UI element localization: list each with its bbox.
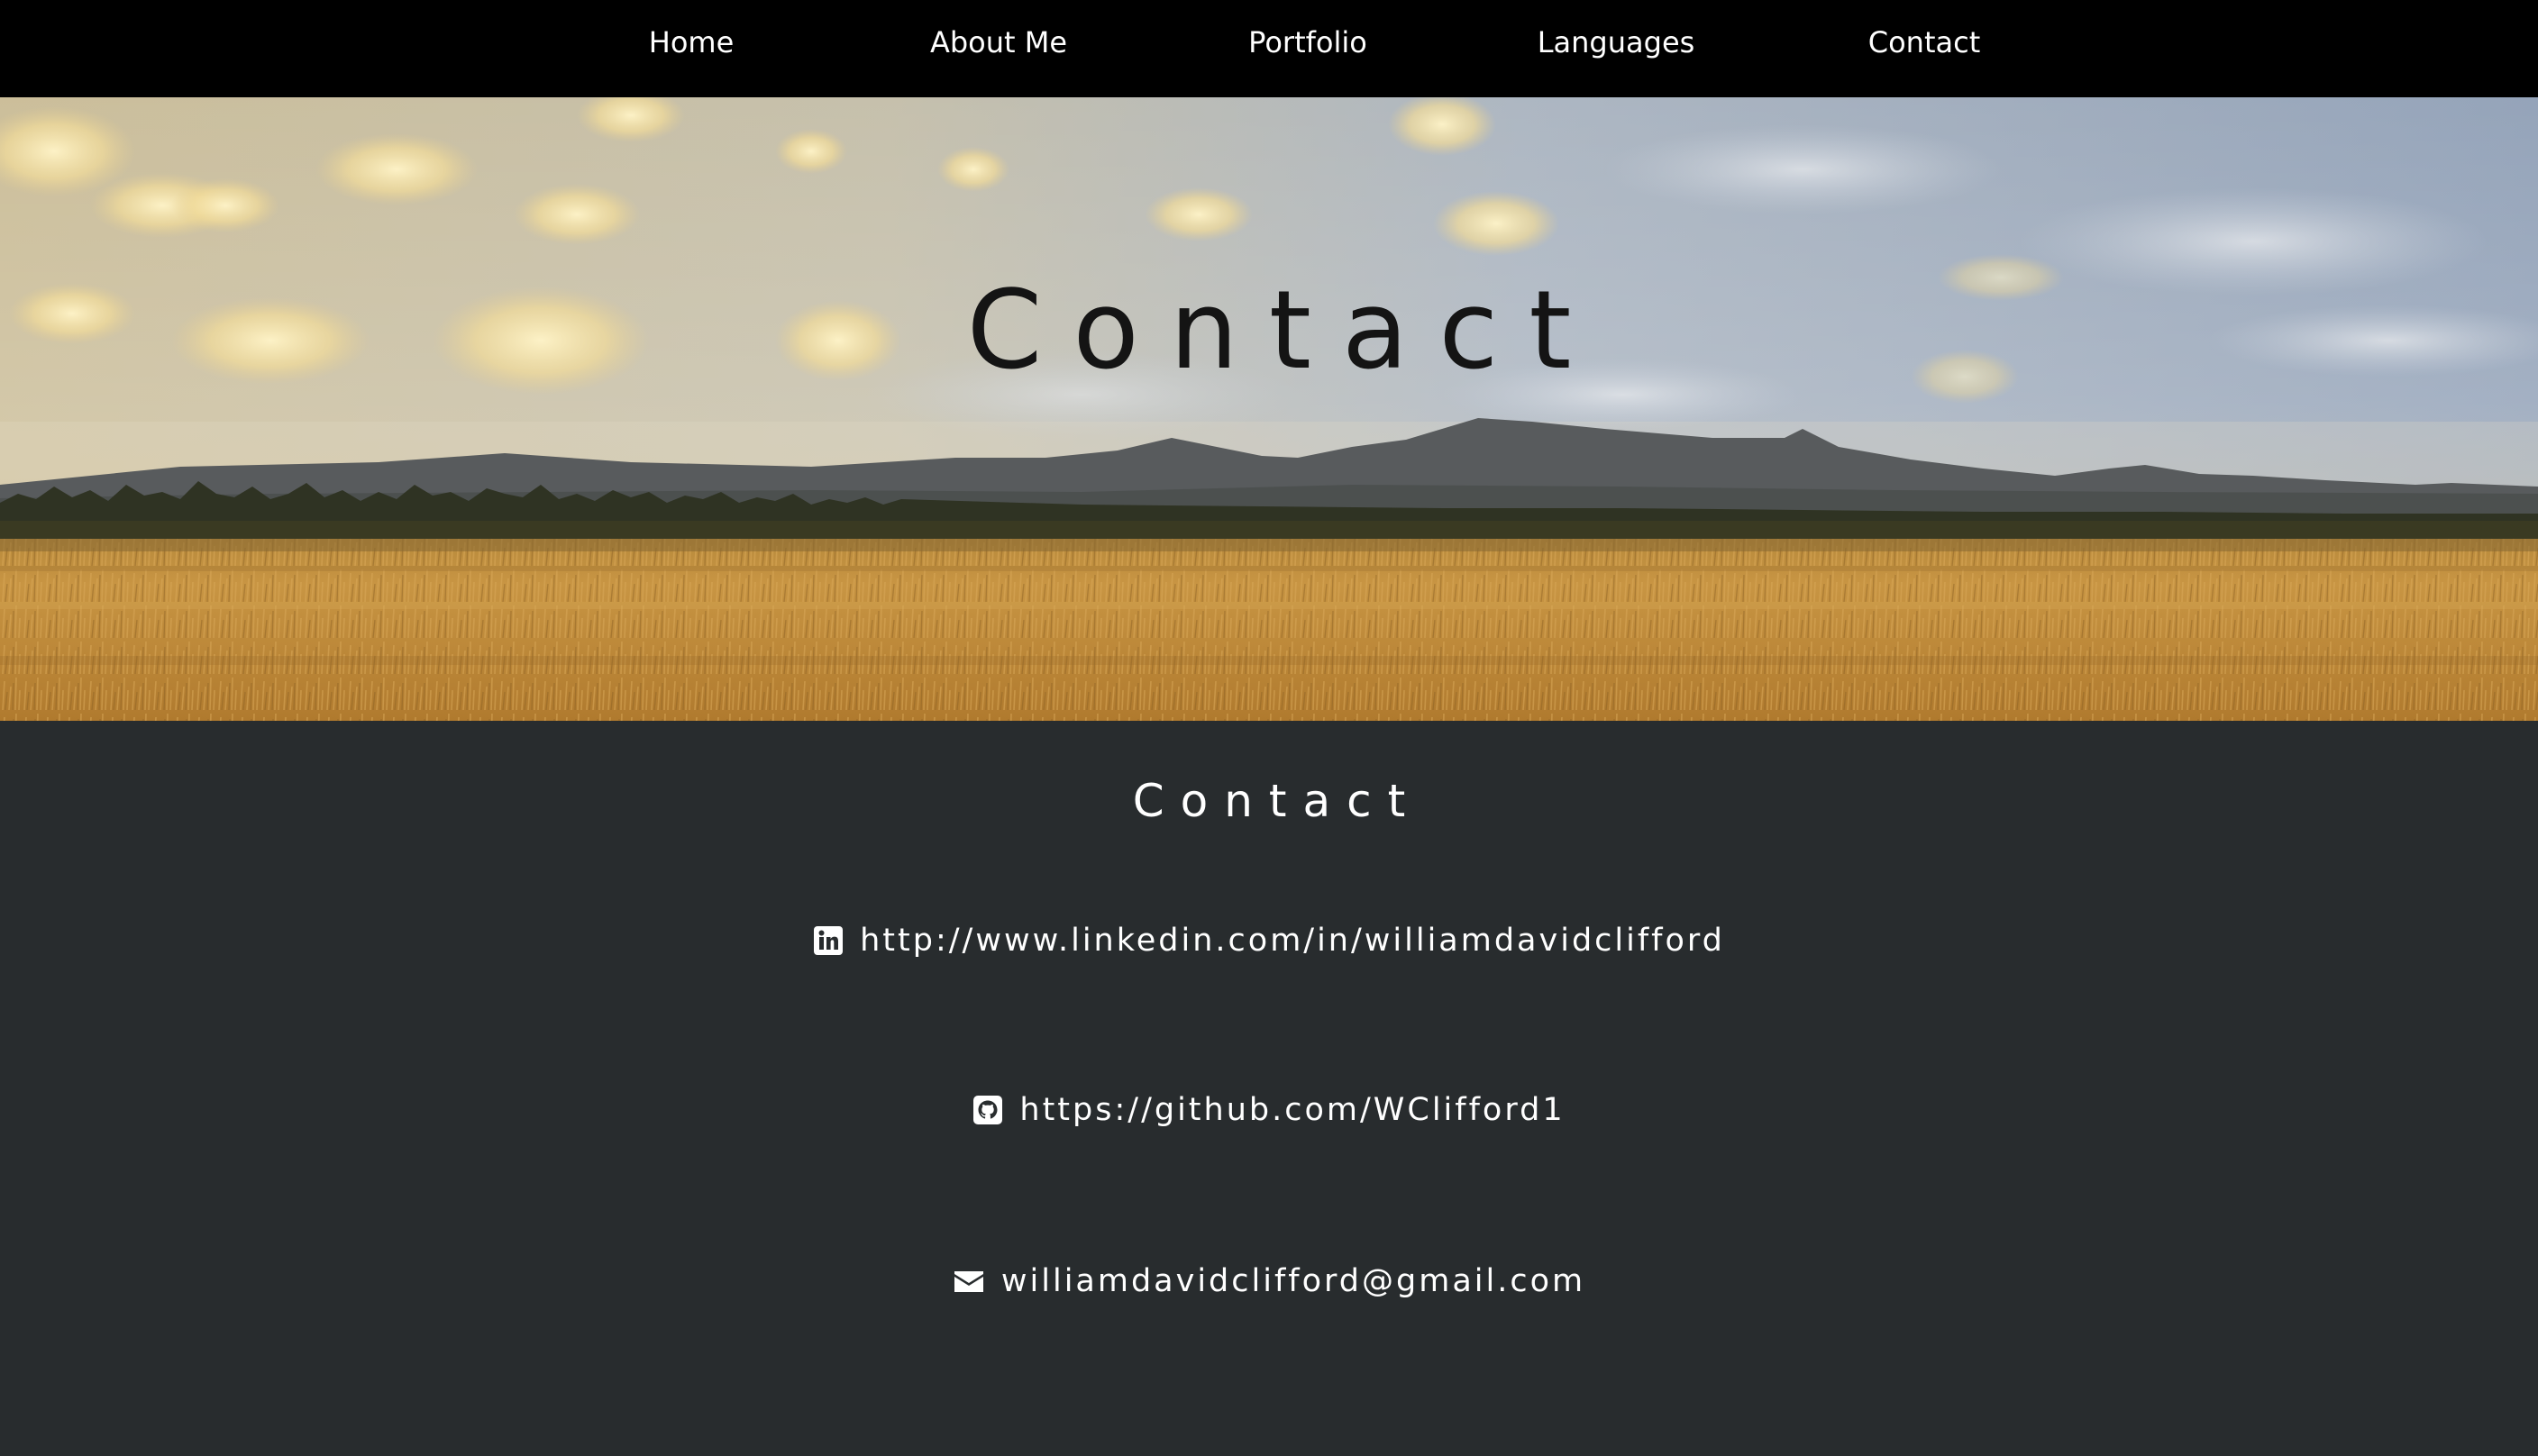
- nav-link-about-me[interactable]: About Me: [930, 0, 1067, 85]
- contact-section: Contact http://www.linkedin.com/in/willi…: [0, 721, 2538, 1456]
- linkedin-link[interactable]: http://www.linkedin.com/in/williamdavidc…: [0, 923, 2538, 959]
- hero-banner: Contact: [0, 97, 2538, 721]
- nav-link-home[interactable]: Home: [649, 0, 735, 85]
- nav-link-contact[interactable]: Contact: [1868, 0, 1981, 85]
- github-link[interactable]: https://github.com/WClifford1: [0, 1092, 2538, 1128]
- hero-title: Contact: [966, 268, 1602, 394]
- hero-landscape-image: [0, 97, 2538, 721]
- top-navbar: Home About Me Portfolio Languages Contac…: [0, 0, 2538, 97]
- github-icon: [973, 1096, 1003, 1124]
- nav-link-languages[interactable]: Languages: [1538, 0, 1695, 85]
- email-address: williamdavidclifford@gmail.com: [1000, 1263, 1586, 1299]
- linkedin-icon: [814, 926, 844, 955]
- email-link[interactable]: williamdavidclifford@gmail.com: [0, 1263, 2538, 1299]
- github-url: https://github.com/WClifford1: [1019, 1092, 1566, 1128]
- linkedin-url: http://www.linkedin.com/in/williamdavidc…: [860, 923, 1725, 959]
- nav-link-portfolio[interactable]: Portfolio: [1248, 0, 1367, 85]
- envelope-icon: [954, 1271, 983, 1292]
- section-title: Contact: [1132, 775, 1422, 827]
